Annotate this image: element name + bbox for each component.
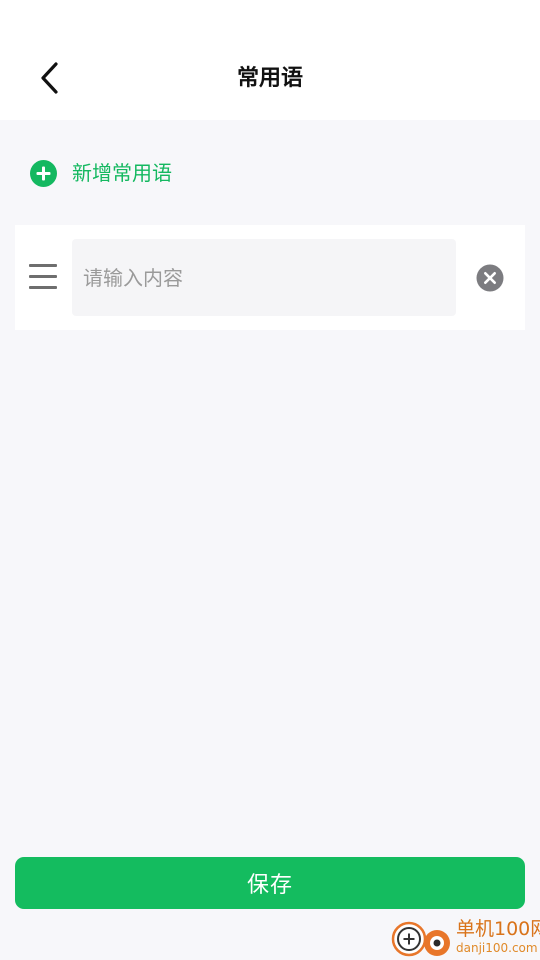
delete-phrase-button[interactable]: [476, 264, 504, 292]
add-phrase-button[interactable]: 新增常用语: [30, 153, 172, 193]
drag-handle-icon[interactable]: [29, 264, 57, 290]
watermark-brand: 单机100网: [456, 918, 540, 940]
save-button[interactable]: 保存: [15, 857, 525, 909]
watermark: 单机100网 danji100.com: [390, 917, 540, 960]
phrase-input[interactable]: [72, 239, 456, 316]
phrase-item: [15, 225, 525, 330]
watermark-logo-icon: [391, 921, 450, 957]
add-phrase-label: 新增常用语: [72, 161, 172, 185]
clear-circle-icon: [476, 264, 504, 292]
plus-circle-icon: [30, 159, 57, 187]
header-bar: 常用语: [0, 0, 540, 120]
page-title: 常用语: [236, 66, 303, 91]
watermark-url: danji100.com: [456, 941, 538, 955]
